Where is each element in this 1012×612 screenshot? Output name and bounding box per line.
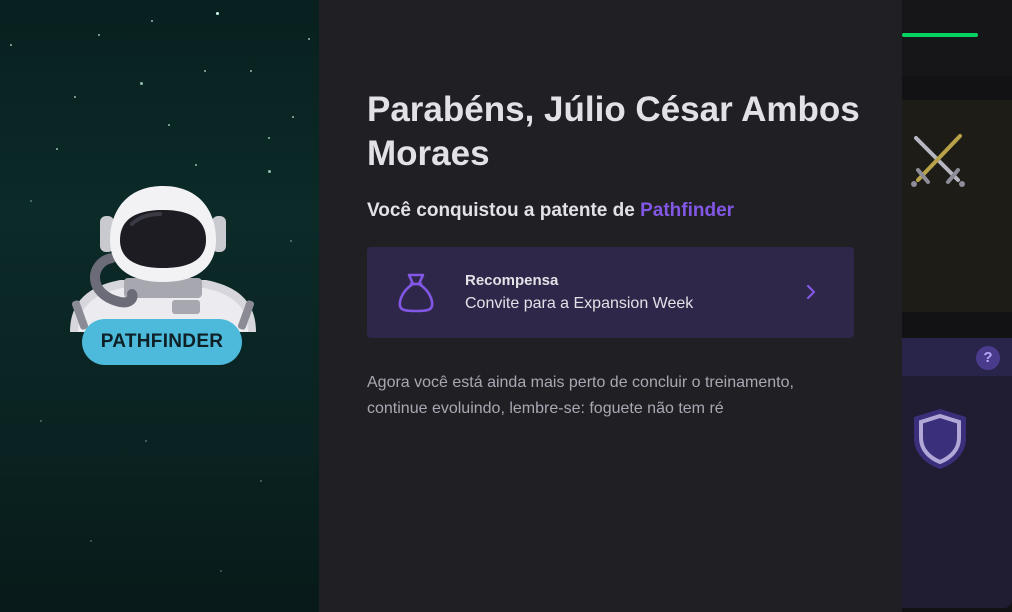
reward-value: Convite para a Expansion Week: [465, 295, 694, 312]
star: [195, 164, 197, 166]
star: [290, 240, 292, 242]
background-progress-bar: [902, 33, 978, 37]
star: [216, 12, 219, 15]
background-card-rank: ?: [902, 338, 1012, 608]
star: [140, 82, 143, 85]
star: [56, 148, 58, 150]
star: [292, 116, 294, 118]
star: [168, 124, 170, 126]
star: [74, 96, 76, 98]
star: [90, 540, 92, 542]
space-illustration-panel: PATHFINDER: [0, 0, 319, 612]
background-topbar: [902, 0, 1012, 76]
star: [220, 570, 222, 572]
star: [10, 44, 12, 46]
shield-icon: [914, 409, 966, 469]
rank-achieved-prefix: Você conquistou a patente de: [367, 200, 635, 221]
congratulations-title: Parabéns, Júlio César Ambos Moraes: [367, 90, 860, 173]
reward-label: Recompensa: [465, 272, 559, 289]
star: [151, 20, 153, 22]
crossed-swords-icon: [911, 134, 965, 187]
rank-badge: PATHFINDER: [82, 319, 242, 365]
encouragement-message: Agora você está ainda mais perto de conc…: [367, 374, 794, 417]
background-card-header: ?: [902, 338, 1012, 376]
star: [260, 480, 262, 482]
star: [98, 34, 100, 36]
star: [30, 200, 32, 202]
rank-achieved-text: Você conquistou a patente de Pathfinder: [367, 199, 734, 223]
rank-up-modal: Parabéns, Júlio César Ambos Moraes Você …: [319, 0, 902, 612]
money-bag-icon: [398, 273, 434, 313]
star: [250, 70, 252, 72]
star: [268, 137, 270, 139]
help-icon[interactable]: ?: [976, 346, 1000, 370]
star: [268, 170, 271, 173]
star: [40, 420, 42, 422]
rank-name: Pathfinder: [640, 200, 735, 221]
star: [145, 440, 147, 442]
reward-card[interactable]: Recompensa Convite para a Expansion Week: [367, 247, 854, 338]
star: [308, 38, 310, 40]
chevron-right-icon[interactable]: [803, 284, 819, 300]
star: [204, 70, 206, 72]
background-app: ?: [902, 0, 1012, 612]
